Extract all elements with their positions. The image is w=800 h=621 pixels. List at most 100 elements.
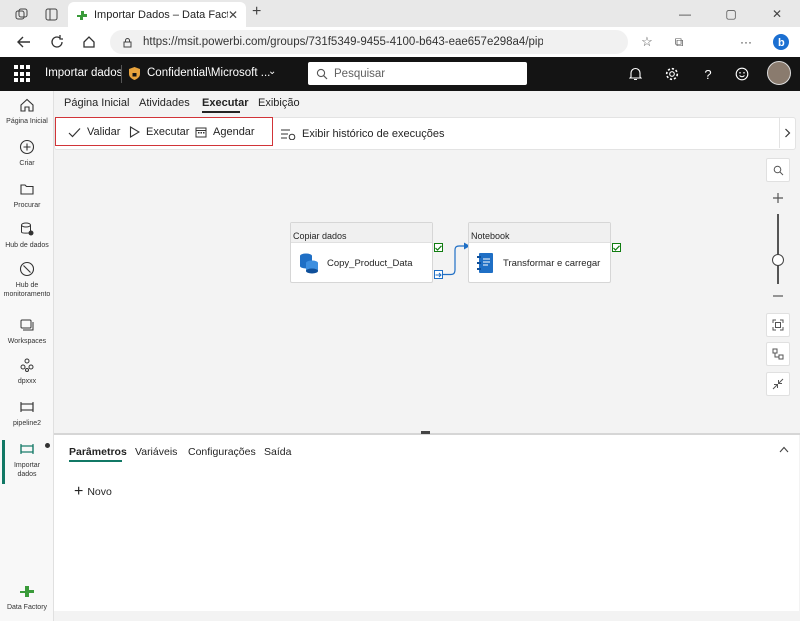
- data-factory-logo-icon: [20, 586, 34, 597]
- copy-data-activity[interactable]: Copiar dados Copy_Product_Data: [290, 222, 433, 283]
- success-check-icon: [434, 243, 443, 252]
- notebook-activity[interactable]: Notebook Transformar e carregar: [468, 222, 611, 283]
- sensitivity-label[interactable]: Confidential\Microsoft ...: [147, 67, 270, 79]
- activity-name: Transformar e carregar: [503, 257, 601, 269]
- ribbon-tab-view[interactable]: Exibição: [258, 97, 300, 109]
- feedback-smiley-icon[interactable]: [731, 63, 753, 85]
- view-run-history-label: Exibir histórico de execuções: [302, 128, 445, 140]
- unsaved-dot: [45, 443, 50, 448]
- browser-tab-active[interactable]: Importar Dados – Data Factory ✕: [68, 2, 246, 27]
- more-options-icon[interactable]: ···: [731, 27, 761, 57]
- dependency-arrow: [443, 242, 470, 276]
- rail-label: pipeline2: [12, 420, 42, 427]
- home-icon: [20, 98, 34, 112]
- add-parameter-button[interactable]: + Novo: [74, 484, 112, 500]
- back-icon[interactable]: [9, 27, 39, 57]
- workspaces-icon: [20, 319, 34, 331]
- home-browser-icon[interactable]: [74, 27, 104, 57]
- splitter-grip-handle[interactable]: [421, 431, 430, 434]
- settings-gear-icon[interactable]: [661, 63, 683, 85]
- copilot-icon[interactable]: b: [766, 27, 796, 57]
- rail-item-data-hub[interactable]: Hub de dados: [0, 221, 54, 250]
- rail-item-dpxxx[interactable]: dpxxx: [0, 357, 54, 386]
- rail-item-home[interactable]: Página Inicial: [0, 97, 54, 126]
- success-check-icon: [612, 243, 621, 252]
- run-history-icon: [281, 129, 296, 140]
- rail-label: Página Inicial: [6, 118, 48, 125]
- zoom-slider-thumb[interactable]: [772, 254, 784, 266]
- address-bar[interactable]: https://msit.powerbi.com/groups/731f5349…: [110, 30, 628, 54]
- close-tab-icon[interactable]: ✕: [228, 8, 238, 22]
- activity-type-label: Copiar dados: [291, 223, 432, 243]
- add-parameter-label: Novo: [87, 486, 112, 498]
- canvas-search-icon[interactable]: [766, 158, 790, 182]
- rail-label: Criar: [19, 160, 35, 167]
- notifications-icon[interactable]: [624, 63, 646, 85]
- zoom-in-icon[interactable]: [766, 186, 790, 210]
- header-divider: [121, 65, 122, 83]
- rail-item-workspaces[interactable]: Workspaces: [0, 317, 54, 346]
- panel-tab-settings[interactable]: Configurações: [188, 446, 256, 458]
- ribbon-tab-run[interactable]: Executar: [202, 97, 248, 109]
- copy-data-icon: [300, 253, 318, 274]
- rail-label: Data Factory: [6, 604, 48, 611]
- help-icon[interactable]: ?: [697, 63, 719, 85]
- vertical-tabs-icon[interactable]: [38, 1, 64, 27]
- new-tab-button[interactable]: +: [252, 3, 261, 21]
- refresh-icon[interactable]: [42, 27, 72, 57]
- rail-item-data-factory[interactable]: Data Factory: [0, 583, 54, 612]
- browser-tab-title: Importar Dados – Data Factory: [94, 8, 228, 21]
- favorites-icon[interactable]: ☆: [632, 27, 662, 57]
- search-input[interactable]: Pesquisar: [308, 62, 527, 85]
- ribbon-tab-home[interactable]: Página Inicial: [64, 97, 129, 109]
- panel-tab-underline: [69, 460, 122, 462]
- fit-to-screen-icon[interactable]: [766, 313, 790, 337]
- sensitivity-shield-icon: [128, 66, 141, 81]
- app-launcher-icon[interactable]: [14, 65, 32, 83]
- rail-label: dpxxx: [17, 378, 37, 385]
- minimize-icon[interactable]: —: [662, 0, 708, 27]
- ribbon-tab-underline: [202, 111, 240, 113]
- zoom-slider-track[interactable]: [777, 214, 779, 284]
- workspaces-icon[interactable]: [8, 1, 34, 27]
- user-avatar[interactable]: [767, 61, 791, 85]
- maximize-icon[interactable]: ▢: [708, 0, 754, 27]
- left-navigation-rail: Página Inicial Criar Procurar Hub de dad…: [0, 91, 54, 621]
- data-factory-favicon-icon: [77, 10, 87, 20]
- toolbar-expand-chevron-icon[interactable]: [779, 118, 795, 148]
- collections-icon[interactable]: ⧉: [664, 27, 694, 57]
- panel-tab-parameters[interactable]: Parâmetros: [69, 446, 127, 458]
- folder-icon: [20, 184, 34, 195]
- close-window-icon[interactable]: ✕: [754, 0, 800, 27]
- rail-label: Hub de monitoramento: [3, 282, 51, 298]
- app-title[interactable]: Importar dados: [45, 67, 122, 79]
- rail-item-create[interactable]: Criar: [0, 139, 54, 168]
- rail-item-monitoring-hub[interactable]: Hub de monitoramento: [0, 261, 54, 299]
- rail-label: Procurar: [13, 202, 41, 209]
- database-icon: [21, 222, 34, 236]
- rail-item-pipeline2[interactable]: pipeline2: [0, 399, 54, 428]
- pipeline-icon: [20, 402, 34, 412]
- activity-name: Copy_Product_Data: [327, 257, 413, 269]
- panel-tab-output[interactable]: Saída: [264, 446, 291, 458]
- on-success-output-icon[interactable]: [434, 270, 443, 279]
- rail-label: Importar dados: [13, 462, 41, 478]
- chevron-down-icon[interactable]: ⌄: [268, 66, 276, 77]
- plus-circle-icon: [19, 139, 35, 155]
- rail-item-browse[interactable]: Procurar: [0, 181, 54, 210]
- browser-tab-strip: Importar Dados – Data Factory ✕ + — ▢ ✕: [0, 0, 800, 27]
- pipeline-canvas[interactable]: [54, 152, 800, 433]
- ribbon-tab-activities[interactable]: Atividades: [139, 97, 190, 109]
- search-icon: [316, 68, 328, 79]
- zoom-out-icon[interactable]: [766, 284, 790, 308]
- collapse-icon[interactable]: [766, 372, 790, 396]
- notebook-icon: [477, 253, 493, 273]
- pipeline-icon: [20, 444, 34, 454]
- properties-panel: [54, 435, 799, 611]
- lock-icon[interactable]: [122, 37, 133, 48]
- auto-align-icon[interactable]: [766, 342, 790, 366]
- panel-tab-variables[interactable]: Variáveis: [135, 446, 177, 458]
- rail-label: Hub de dados: [5, 242, 49, 249]
- collapse-panel-chevron-icon[interactable]: [779, 446, 789, 453]
- view-run-history-button[interactable]: Exibir histórico de execuções: [280, 128, 444, 140]
